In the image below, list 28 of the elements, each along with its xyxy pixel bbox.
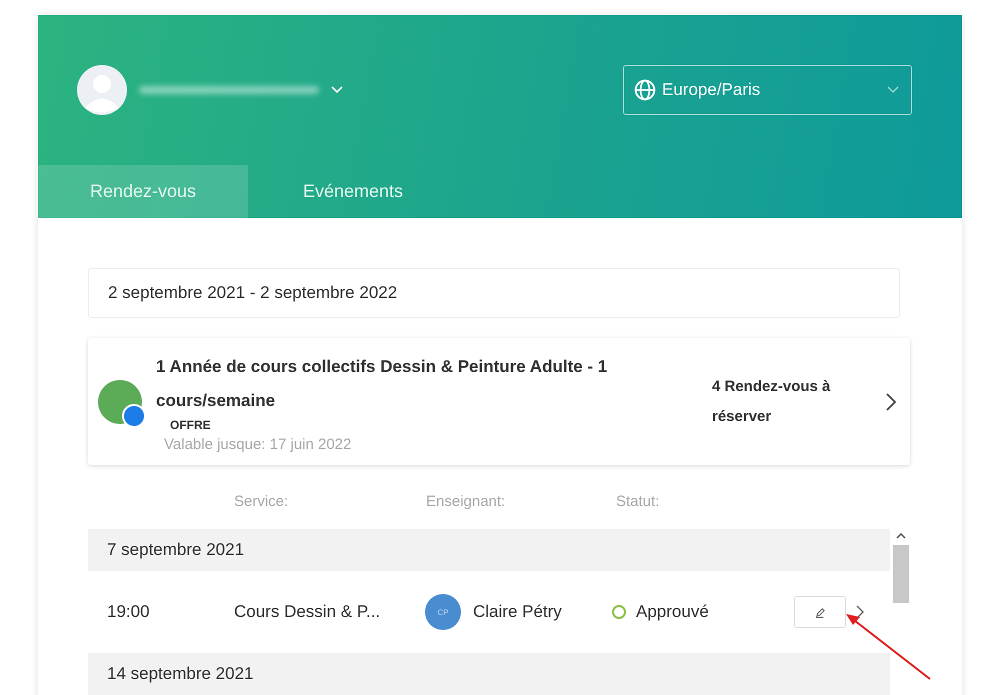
remaining-appointments: 4 Rendez-vous à réserver bbox=[712, 376, 832, 426]
date-range-field[interactable]: 2 septembre 2021 - 2 septembre 2022 bbox=[88, 268, 900, 318]
date-group-header: 14 septembre 2021 bbox=[88, 653, 890, 695]
pen-icon bbox=[814, 606, 826, 618]
avatar-icon[interactable] bbox=[77, 65, 127, 115]
column-header: Service: bbox=[234, 493, 288, 510]
offer-label: OFFRE bbox=[170, 418, 212, 432]
scroll-up-icon[interactable] bbox=[896, 533, 906, 539]
validity-text: Valable jusque: 17 juin 2022 bbox=[164, 436, 352, 453]
date-group-header: 7 septembre 2021 bbox=[88, 529, 890, 571]
teacher-name: Claire Pétry bbox=[473, 602, 562, 622]
tab[interactable]: Rendez-vous bbox=[38, 165, 248, 218]
time-cell-text: 19:00 bbox=[106, 602, 151, 622]
chevron-down-icon[interactable] bbox=[331, 86, 343, 94]
edit-button[interactable] bbox=[794, 596, 846, 628]
chevron-down-icon bbox=[887, 86, 899, 94]
globe-icon bbox=[634, 79, 656, 101]
column-header: Enseignant: bbox=[426, 493, 506, 510]
chevron-right-icon[interactable] bbox=[886, 392, 896, 410]
column-header: Statut: bbox=[616, 493, 660, 510]
chevron-right-icon[interactable] bbox=[856, 605, 864, 619]
timezone-dropdown[interactable]: Europe/Paris bbox=[623, 65, 912, 115]
status-text: Approuvé bbox=[636, 602, 709, 622]
offer-title: 1 Année de cours collectifs Dessin & Peinture Adulte - 1 cours/semaine bbox=[156, 356, 608, 412]
offer-card[interactable]: 1 Année de cours collectifs Dessin & Peinture Adulte - 1 cours/semaine OFFRE Valable jusque: 17 juin 2022 4 Rendez-vous à réserver bbox=[88, 338, 910, 465]
teacher-avatar: CP bbox=[425, 594, 461, 630]
tab[interactable]: Evénements bbox=[248, 165, 458, 218]
service-cell-text: Cours Dessin & P... bbox=[234, 602, 382, 622]
